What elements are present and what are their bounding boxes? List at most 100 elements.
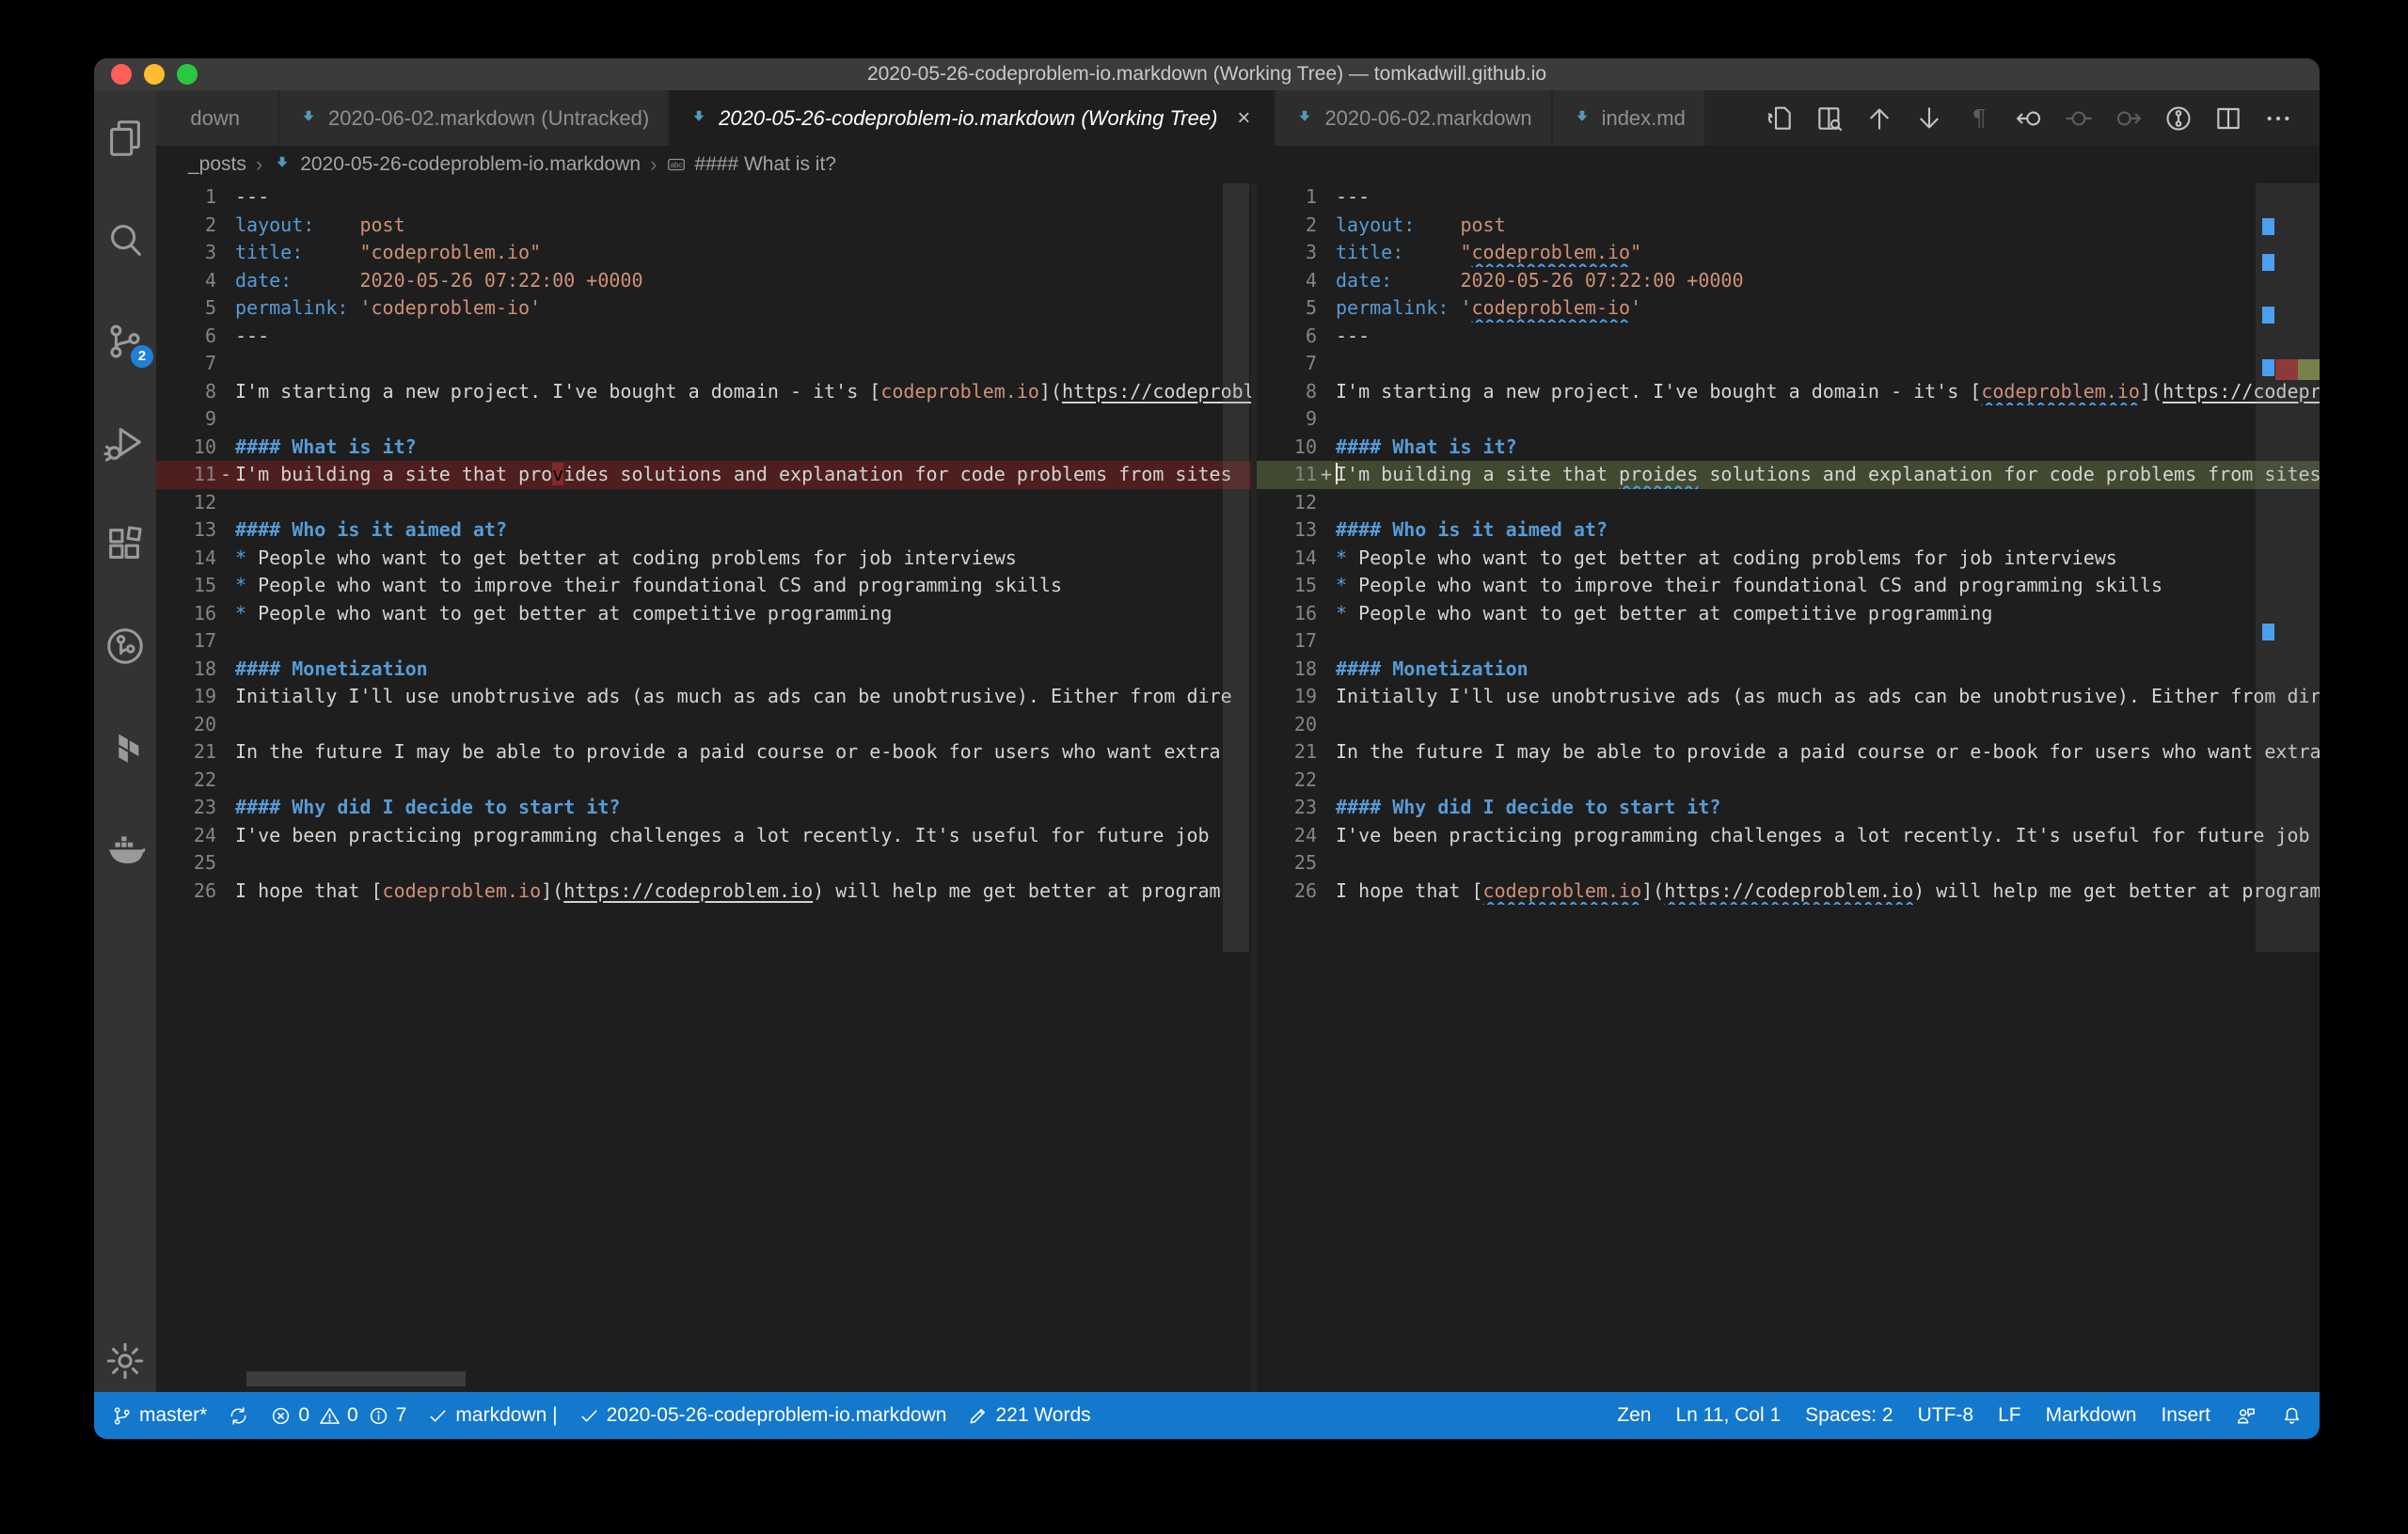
close-window-button[interactable] — [111, 64, 132, 85]
code-line-original-20[interactable]: 20 — [156, 711, 1251, 739]
activity-bar-item-gitlens[interactable] — [103, 625, 147, 668]
code-line-original-6[interactable]: 6--- — [156, 323, 1251, 351]
status-feedback[interactable] — [2235, 1405, 2257, 1427]
close-tab-icon[interactable]: × — [1232, 105, 1255, 132]
status-infos-count[interactable]: 7 — [368, 1404, 407, 1427]
code-line-original-2[interactable]: 2layout: post — [156, 212, 1251, 240]
code-line-original-7[interactable]: 7 — [156, 350, 1251, 378]
status-warnings-count[interactable]: 0 — [319, 1404, 358, 1427]
breadcrumb-folder[interactable]: _posts — [188, 153, 246, 176]
zoom-window-button[interactable] — [177, 64, 198, 85]
status-linter-language[interactable]: markdown | — [427, 1404, 557, 1427]
activity-bar-item-search[interactable] — [103, 218, 147, 261]
code-line-original-16[interactable]: 16* People who want to get better at com… — [156, 600, 1251, 628]
code-line-original-19[interactable]: 19Initially I'll use unobtrusive ads (as… — [156, 683, 1251, 711]
code-line-original-24[interactable]: 24I've been practicing programming chall… — [156, 822, 1251, 850]
code-line-modified-6[interactable]: 6--- — [1257, 323, 2320, 351]
status-insert-mode[interactable]: Insert — [2161, 1404, 2210, 1427]
code-line-modified-18[interactable]: 18#### Monetization — [1257, 656, 2320, 684]
code-line-original-23[interactable]: 23#### Why did I decide to start it? — [156, 794, 1251, 822]
code-line-modified-1[interactable]: 1--- — [1257, 183, 2320, 212]
breadcrumb-file[interactable]: 2020-05-26-codeproblem-io.markdown — [272, 153, 641, 176]
tab-partial-markdown[interactable]: down — [156, 90, 277, 146]
code-line-original-26[interactable]: 26I hope that [codeproblem.io](https://c… — [156, 878, 1251, 906]
status-branch-indicator[interactable]: master* — [111, 1404, 207, 1427]
code-line-original-21[interactable]: 21In the future I may be able to provide… — [156, 738, 1251, 767]
split-editor-icon[interactable] — [2213, 103, 2243, 134]
code-line-original-4[interactable]: 4date: 2020-05-26 07:22:00 +0000 — [156, 267, 1251, 295]
code-line-modified-26[interactable]: 26I hope that [codeproblem.io](https://c… — [1257, 878, 2320, 906]
tab-2020-06-02-untracked[interactable]: 2020-06-02.markdown (Untracked) — [279, 90, 668, 146]
code-line-modified-9[interactable]: 9 — [1257, 405, 2320, 434]
code-line-original-5[interactable]: 5permalink: 'codeproblem-io' — [156, 294, 1251, 323]
status-cursor-position[interactable]: Ln 11, Col 1 — [1675, 1404, 1781, 1427]
status-errors-count[interactable]: 0 — [270, 1404, 309, 1427]
next-change-icon[interactable] — [1914, 103, 1944, 134]
status-encoding[interactable]: UTF-8 — [1918, 1404, 1974, 1427]
status-eol[interactable]: LF — [1998, 1404, 2021, 1427]
code-line-modified-25[interactable]: 25 — [1257, 849, 2320, 878]
code-line-original-8[interactable]: 8I'm starting a new project. I've bought… — [156, 378, 1251, 406]
code-line-original-11[interactable]: 11-I'm building a site that provides sol… — [156, 461, 1251, 489]
status-zen-mode[interactable]: Zen — [1617, 1404, 1651, 1427]
more-actions-icon[interactable] — [2263, 103, 2293, 134]
file-history-icon[interactable] — [2163, 103, 2194, 134]
code-line-modified-2[interactable]: 2layout: post — [1257, 212, 2320, 240]
activity-bar-item-extensions[interactable] — [103, 523, 147, 566]
activity-bar-item-terraform[interactable] — [103, 726, 147, 769]
code-line-original-14[interactable]: 14* People who want to get better at cod… — [156, 545, 1251, 573]
status-sync-indicator[interactable] — [228, 1405, 249, 1427]
horizontal-scrollbar-original[interactable] — [246, 1371, 466, 1386]
previous-change-icon[interactable] — [1864, 103, 1894, 134]
activity-bar-item-explorer[interactable] — [103, 117, 147, 160]
code-line-modified-23[interactable]: 23#### Why did I decide to start it? — [1257, 794, 2320, 822]
status-linter-file[interactable]: 2020-05-26-codeproblem-io.markdown — [578, 1404, 947, 1427]
breadcrumb-symbol[interactable]: abc#### What is it? — [666, 153, 836, 176]
code-line-original-15[interactable]: 15* People who want to improve their fou… — [156, 572, 1251, 600]
status-language-mode[interactable]: Markdown — [2046, 1404, 2137, 1427]
code-line-modified-12[interactable]: 12 — [1257, 489, 2320, 517]
code-line-original-10[interactable]: 10#### What is it? — [156, 434, 1251, 462]
activity-bar-item-docker[interactable] — [103, 828, 147, 871]
tab-2020-05-26-working-tree[interactable]: 2020-05-26-codeproblem-io.markdown (Work… — [670, 90, 1274, 146]
code-line-modified-7[interactable]: 7 — [1257, 350, 2320, 378]
code-line-modified-20[interactable]: 20 — [1257, 711, 2320, 739]
tab-2020-06-02[interactable]: 2020-06-02.markdown — [1275, 90, 1550, 146]
code-line-modified-10[interactable]: 10#### What is it? — [1257, 434, 2320, 462]
code-line-modified-24[interactable]: 24I've been practicing programming chall… — [1257, 822, 2320, 850]
code-line-modified-11[interactable]: 11+I'm building a site that proides solu… — [1257, 461, 2320, 489]
activity-bar-item-settings[interactable] — [103, 1339, 147, 1383]
open-preview-icon[interactable] — [1814, 103, 1845, 134]
activity-bar-item-source-control[interactable]: 2 — [103, 320, 147, 363]
status-word-count[interactable]: 221 Words — [967, 1404, 1090, 1427]
open-changes-icon[interactable] — [1765, 103, 1795, 134]
code-line-modified-21[interactable]: 21In the future I may be able to provide… — [1257, 738, 2320, 767]
code-line-original-17[interactable]: 17 — [156, 627, 1251, 656]
minimize-window-button[interactable] — [144, 64, 165, 85]
vertical-scrollbar-original[interactable] — [1223, 183, 1249, 952]
code-line-original-3[interactable]: 3title: "codeproblem.io" — [156, 239, 1251, 267]
vertical-scrollbar-modified[interactable] — [2256, 183, 2320, 952]
code-line-modified-13[interactable]: 13#### Who is it aimed at? — [1257, 516, 2320, 545]
tab-index-md[interactable]: index.md — [1553, 90, 1704, 146]
code-line-original-25[interactable]: 25 — [156, 849, 1251, 878]
code-line-modified-16[interactable]: 16* People who want to get better at com… — [1257, 600, 2320, 628]
activity-bar-item-run-debug[interactable] — [103, 421, 147, 465]
code-line-modified-15[interactable]: 15* People who want to improve their fou… — [1257, 572, 2320, 600]
code-line-modified-5[interactable]: 5permalink: 'codeproblem-io' — [1257, 294, 2320, 323]
code-line-original-18[interactable]: 18#### Monetization — [156, 656, 1251, 684]
code-line-modified-22[interactable]: 22 — [1257, 767, 2320, 795]
open-changes-with-previous-revision-icon[interactable] — [2014, 103, 2044, 134]
code-line-modified-17[interactable]: 17 — [1257, 627, 2320, 656]
code-line-original-13[interactable]: 13#### Who is it aimed at? — [156, 516, 1251, 545]
code-line-modified-19[interactable]: 19Initially I'll use unobtrusive ads (as… — [1257, 683, 2320, 711]
status-indentation[interactable]: Spaces: 2 — [1805, 1404, 1893, 1427]
code-line-original-9[interactable]: 9 — [156, 405, 1251, 434]
status-notifications[interactable] — [2281, 1405, 2303, 1427]
code-line-original-22[interactable]: 22 — [156, 767, 1251, 795]
code-line-modified-3[interactable]: 3title: "codeproblem.io" — [1257, 239, 2320, 267]
code-line-modified-14[interactable]: 14* People who want to get better at cod… — [1257, 545, 2320, 573]
code-line-modified-8[interactable]: 8I'm starting a new project. I've bought… — [1257, 378, 2320, 406]
code-line-original-12[interactable]: 12 — [156, 489, 1251, 517]
code-line-original-1[interactable]: 1--- — [156, 183, 1251, 212]
